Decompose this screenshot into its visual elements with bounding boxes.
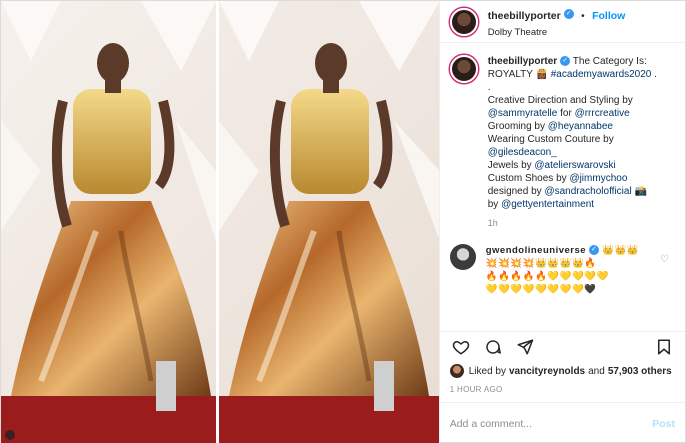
- post-sidebar: theebillyporter ✓ • Follow Dolby Theatre …: [438, 1, 685, 443]
- mention-gilesdeacon[interactable]: @gilesdeacon_: [488, 147, 557, 158]
- user-tag-icon[interactable]: [5, 430, 15, 440]
- verified-badge-icon: ✓: [563, 9, 574, 20]
- mention-heyannabee[interactable]: @heyannabee: [548, 121, 613, 132]
- camera-emoji: 📸: [631, 186, 647, 197]
- comment-emoji-line2: 💥💥💥💥👑👑👑👑🔥: [485, 258, 597, 269]
- likes-count[interactable]: 57,903 others: [608, 366, 672, 377]
- comment-emoji-line1: 👑👑👑: [599, 245, 640, 256]
- designed-text: designed by: [487, 186, 545, 197]
- comments-section: theebillyporter ✓ The Category Is: ROYALT…: [440, 43, 685, 331]
- mention-sandracholofficial[interactable]: @sandracholofficial: [544, 186, 631, 197]
- likes-prefix: Liked by: [468, 365, 506, 377]
- likes-middle: and: [588, 365, 605, 377]
- comment-icon[interactable]: [482, 336, 504, 358]
- caption-verified-icon: ✓: [560, 56, 571, 67]
- commenter-avatar[interactable]: [449, 244, 476, 270]
- caption: theebillyporter ✓ The Category Is: ROYALT…: [449, 55, 675, 230]
- photo-text: by: [487, 199, 502, 210]
- comment-item: gwendolineuniverse ✓ 👑👑👑 💥💥💥💥👑👑👑👑🔥 🔥🔥🔥🔥🔥💛…: [449, 244, 675, 296]
- hashtag-academyawards2020[interactable]: #academyawards2020: [551, 69, 652, 80]
- likes-summary: Liked by vancityreynolds and 57,903 othe…: [440, 361, 685, 381]
- mention-jimmychoo[interactable]: @jimmychoo: [569, 173, 627, 184]
- mention-gettyentertainment[interactable]: @gettyentertainment: [501, 199, 594, 210]
- for-text: for: [557, 108, 575, 119]
- liker-avatar[interactable]: [449, 364, 464, 378]
- caption-punct: .: [651, 69, 657, 80]
- jewels-text: Jewels by: [487, 160, 535, 171]
- comment-text: gwendolineuniverse ✓ 👑👑👑 💥💥💥💥👑👑👑👑🔥 🔥🔥🔥🔥🔥💛…: [486, 244, 639, 296]
- follow-button[interactable]: Follow: [592, 10, 625, 22]
- post-photo: [1, 1, 439, 443]
- location-link[interactable]: Dolby Theatre: [488, 27, 626, 38]
- bookmark-icon[interactable]: [653, 336, 675, 358]
- creative-text: Creative Direction and Styling by: [487, 95, 633, 106]
- instagram-post: theebillyporter ✓ • Follow Dolby Theatre …: [0, 0, 686, 443]
- heart-icon[interactable]: [450, 336, 472, 358]
- grooming-text: Grooming by: [487, 121, 548, 132]
- caption-dot: .: [487, 82, 491, 93]
- posted-time[interactable]: 1 HOUR AGO: [440, 381, 685, 402]
- mention-atelierswarovski[interactable]: @atelierswarovski: [534, 160, 615, 171]
- comment-like-heart-icon[interactable]: ♡: [660, 254, 669, 265]
- add-comment-bar: Add a comment... Post: [439, 402, 685, 443]
- author-username[interactable]: theebillyporter: [488, 10, 561, 22]
- post-comment-button[interactable]: Post: [652, 418, 675, 430]
- caption-avatar[interactable]: [449, 55, 478, 83]
- commenter-username[interactable]: gwendolineuniverse: [486, 245, 586, 256]
- comment-input[interactable]: Add a comment...: [450, 418, 653, 430]
- mention-rrrcreative[interactable]: @rrrcreative: [575, 108, 630, 119]
- commenter-verified-icon: ✓: [589, 245, 600, 256]
- header-separator: •: [581, 10, 585, 22]
- shoes-text: Custom Shoes by: [487, 173, 570, 184]
- action-bar: [439, 331, 685, 361]
- share-icon[interactable]: [514, 336, 536, 358]
- wearing-text: Wearing Custom Couture by: [487, 134, 614, 145]
- liker-username[interactable]: vancityreynolds: [509, 366, 585, 377]
- author-avatar[interactable]: [449, 7, 478, 36]
- caption-username[interactable]: theebillyporter: [488, 56, 557, 67]
- comment-emoji-line4: 💛💛💛💛💛💛💛💛🖤: [485, 284, 597, 295]
- post-image[interactable]: [1, 1, 439, 443]
- caption-time[interactable]: 1h: [488, 217, 675, 230]
- mention-sammyratelle[interactable]: @sammyratelle: [488, 108, 558, 119]
- post-header: theebillyporter ✓ • Follow Dolby Theatre: [439, 1, 685, 43]
- caption-text: theebillyporter ✓ The Category Is: ROYALT…: [488, 55, 675, 230]
- comment-emoji-line3: 🔥🔥🔥🔥🔥💛💛💛💛💛: [485, 271, 610, 282]
